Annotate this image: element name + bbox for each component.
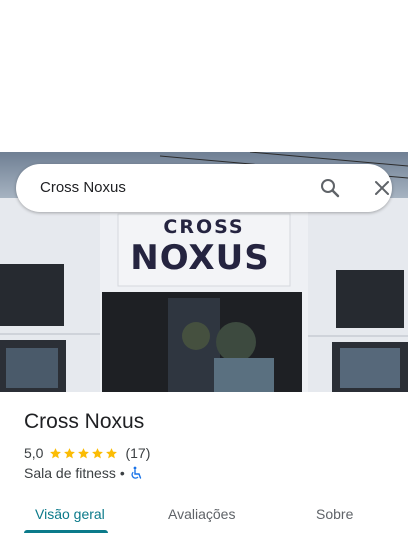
star-icon	[50, 447, 62, 458]
tab-overview[interactable]: Visão geral	[35, 505, 105, 523]
close-icon[interactable]	[370, 176, 394, 200]
place-tabs: Visão geral Avaliações Sobre	[0, 496, 408, 536]
tab-reviews[interactable]: Avaliações	[168, 505, 235, 523]
search-bar[interactable]: Cross Noxus	[16, 164, 392, 212]
place-category: Sala de fitness	[24, 465, 116, 481]
rating-value: 5,0	[24, 445, 44, 461]
star-icon	[78, 447, 90, 458]
search-input[interactable]: Cross Noxus	[40, 178, 126, 198]
star-rating	[49, 447, 119, 460]
wheelchair-accessible-icon	[129, 466, 143, 480]
tab-about[interactable]: Sobre	[316, 505, 353, 523]
sign-text-cross: CROSS	[163, 216, 244, 238]
star-icon	[64, 447, 76, 458]
star-icon	[106, 447, 118, 458]
rating-row[interactable]: 5,0 (17)	[24, 444, 150, 462]
search-icon[interactable]	[318, 176, 342, 200]
separator: •	[119, 465, 125, 481]
active-tab-indicator	[24, 530, 108, 533]
place-title: Cross Noxus	[24, 410, 145, 433]
sign-text-noxus: NOXUS	[130, 238, 269, 278]
category-row: Sala de fitness •	[24, 464, 143, 482]
star-icon	[92, 447, 104, 458]
place-page: CROSS NOXUS Cross Noxus Cross Noxus 5,0 …	[0, 0, 408, 544]
review-count[interactable]: (17)	[125, 445, 150, 461]
